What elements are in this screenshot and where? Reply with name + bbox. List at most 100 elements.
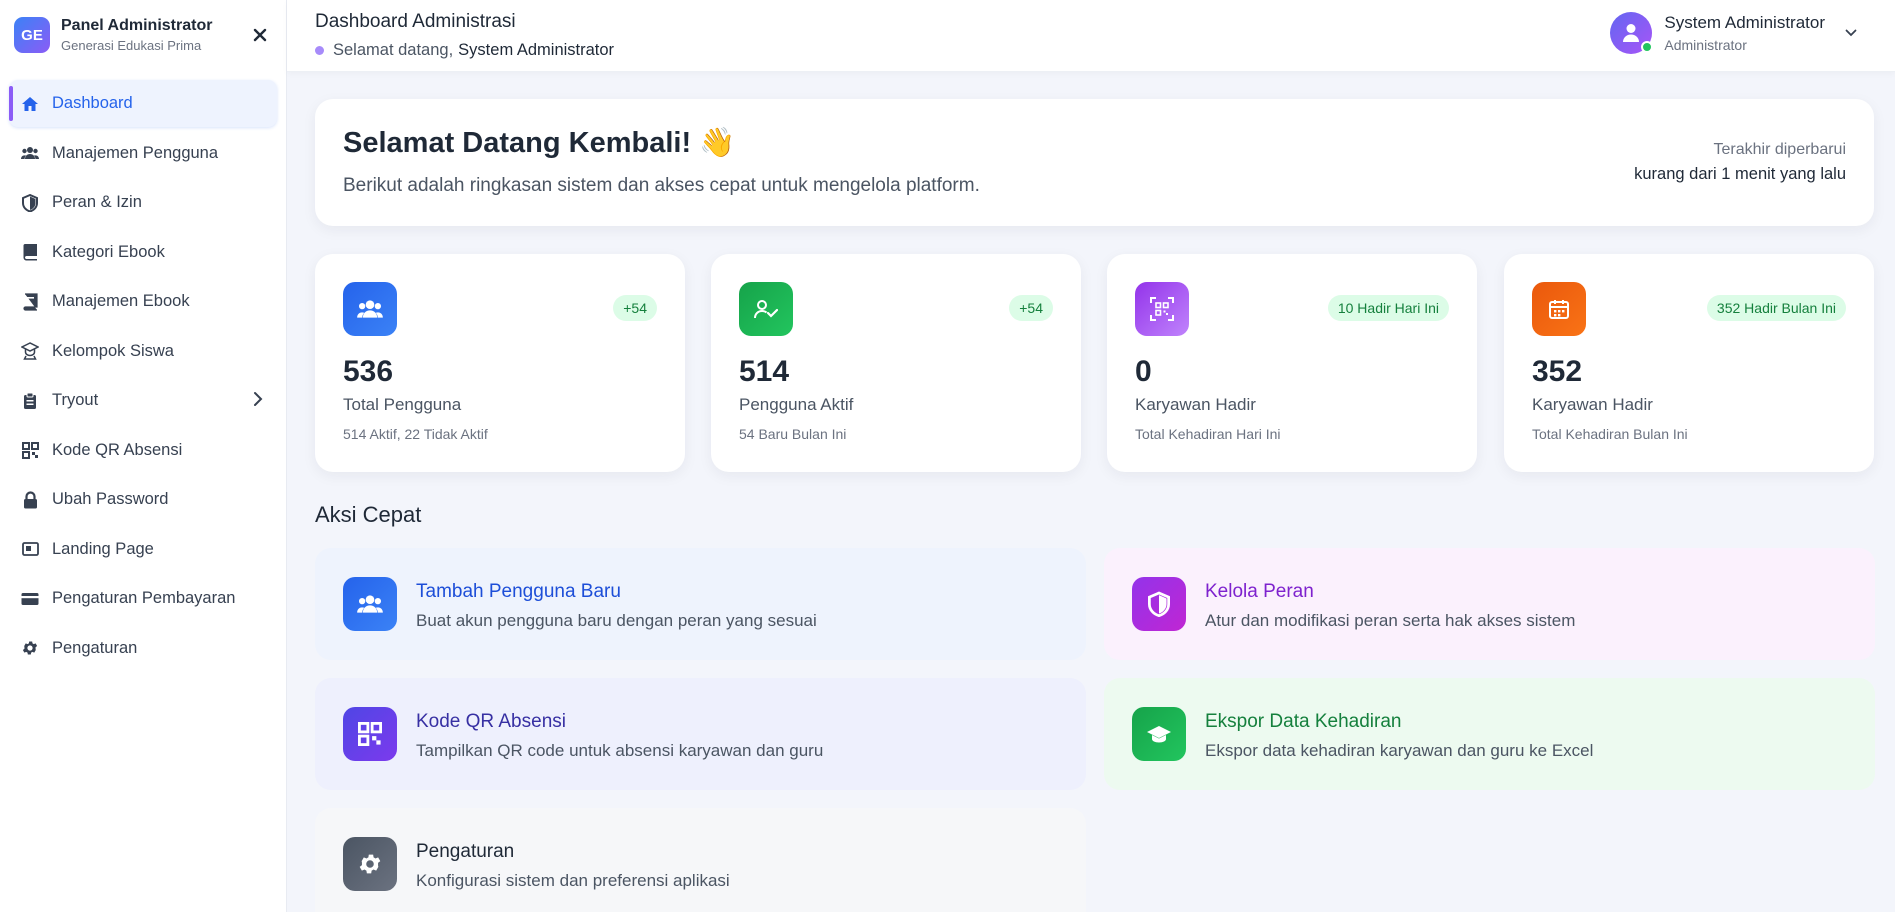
sidebar: GE Panel Administrator Generasi Edukasi … [0,0,287,912]
stat-card-karyawan-hadir-hari: 10 Hadir Hari Ini 0 Karyawan Hadir Total… [1107,254,1477,472]
sidebar-item-tryout[interactable]: Tryout [9,377,277,424]
welcome-title: Selamat Datang Kembali! 👋 [343,127,736,159]
stat-label: Total Pengguna [343,395,462,414]
stat-note: 54 Baru Bulan Ini [739,426,847,442]
last-updated-label: Terakhir diperbarui [1713,141,1846,158]
action-ekspor-data-kehadiran[interactable]: Ekspor Data Kehadiran Ekspor data kehadi… [1104,678,1875,790]
stat-note: Total Kehadiran Bulan Ini [1532,426,1688,442]
section-title: Aksi Cepat [315,502,422,527]
stat-value: 536 [343,355,394,388]
avatar [1610,12,1654,54]
gear-icon [343,837,397,891]
lock-icon [20,490,40,510]
sidebar-item-label: Pengaturan [52,638,138,657]
action-kelola-peran[interactable]: Kelola Peran Atur dan modifikasi peran s… [1104,548,1875,660]
action-title: Kelola Peran [1205,581,1314,602]
status-badge: 352 Hadir Bulan Ini [1706,295,1846,321]
user-name: System Administrator [1664,13,1825,32]
sidebar-item-label: Pengaturan Pembayaran [52,589,236,607]
sidebar-item-landing-page[interactable]: Landing Page [9,526,277,573]
sidebar-item-manajemen-pengguna[interactable]: Manajemen Pengguna [9,130,277,177]
action-title: Pengaturan [416,841,515,862]
welcome-card: Selamat Datang Kembali! 👋 Berikut adalah… [315,99,1874,226]
card-icon [20,589,40,609]
sidebar-subtitle: Generasi Edukasi Prima [61,38,202,53]
qr-scan-icon [1135,282,1189,336]
brand-logo: GE [14,17,50,53]
stat-value: 352 [1532,355,1583,388]
sidebar-item-label: Tryout [52,391,99,409]
sidebar-item-manajemen-ebook[interactable]: Manajemen Ebook [9,278,277,325]
qr-icon [343,707,397,761]
sidebar-item-kategori-ebook[interactable]: Kategori Ebook [9,229,277,276]
calendar-icon [1532,282,1586,336]
sidebar-header: GE Panel Administrator Generasi Edukasi … [0,0,286,70]
action-desc: Ekspor data kehadiran karyawan dan guru … [1205,741,1594,760]
action-title: Tambah Pengguna Baru [416,581,621,602]
sidebar-item-label: Ubah Password [52,490,169,508]
status-dot [315,46,324,55]
sidebar-item-label: Peran & Izin [52,193,142,211]
home-icon [20,94,40,114]
stat-note: Total Kehadiran Hari Ini [1135,426,1281,442]
clipboard-icon [20,391,40,411]
action-pengaturan[interactable]: Pengaturan Konfigurasi sistem dan prefer… [315,808,1086,912]
sidebar-item-pengaturan[interactable]: Pengaturan [9,625,277,672]
shield-icon [20,193,40,213]
sidebar-nav: Dashboard Manajemen Pengguna Peran & Izi… [0,70,286,672]
shield-icon [1132,577,1186,631]
action-desc: Buat akun pengguna baru dengan peran yan… [416,611,817,630]
action-desc: Tampilkan QR code untuk absensi karyawan… [416,741,824,760]
sidebar-item-kode-qr-absensi[interactable]: Kode QR Absensi [9,427,277,474]
action-desc: Atur dan modifikasi peran serta hak akse… [1205,611,1576,630]
status-badge: +54 [1009,295,1053,321]
action-desc: Konfigurasi sistem dan preferensi aplika… [416,871,730,890]
chevron-right-icon [253,391,263,412]
sidebar-title: Panel Administrator [61,17,213,34]
sidebar-item-label: Manajemen Pengguna [52,143,219,162]
chevron-down-icon[interactable] [1845,24,1857,42]
page-title: Dashboard Administrasi [315,11,516,32]
user-menu[interactable]: System Administrator Administrator [1610,12,1857,54]
last-updated-value: kurang dari 1 menit yang lalu [1634,165,1846,183]
stat-label: Pengguna Aktif [739,395,854,414]
sidebar-item-label: Kode QR Absensi [52,440,183,459]
sidebar-item-label: Dashboard [52,94,133,112]
sidebar-item-pengaturan-pembayaran[interactable]: Pengaturan Pembayaran [9,575,277,622]
action-tambah-pengguna[interactable]: Tambah Pengguna Baru Buat akun pengguna … [315,548,1086,660]
book-open-icon [20,292,40,312]
page-icon [20,539,40,559]
welcome-subtitle: Berikut adalah ringkasan sistem dan akse… [343,175,980,196]
sidebar-item-label: Manajemen Ebook [52,292,190,310]
welcome-prefix: Selamat datang, [333,41,454,59]
stat-card-total-pengguna: +54 536 Total Pengguna 514 Aktif, 22 Tid… [315,254,685,472]
topbar: Dashboard Administrasi Selamat datang, S… [287,0,1895,72]
qr-icon [20,440,40,460]
sidebar-item-kelompok-siswa[interactable]: Kelompok Siswa [9,328,277,375]
action-title: Ekspor Data Kehadiran [1205,711,1402,732]
book-icon [20,242,40,262]
graduate-icon [20,341,40,361]
sidebar-item-peran-izin[interactable]: Peran & Izin [9,179,277,226]
graduate-icon [1132,707,1186,761]
status-badge: +54 [613,295,657,321]
user-check-icon [739,282,793,336]
close-icon[interactable] [248,23,272,47]
users-icon [343,577,397,631]
sidebar-item-dashboard[interactable]: Dashboard [9,80,277,127]
action-kode-qr-absensi[interactable]: Kode QR Absensi Tampilkan QR code untuk … [315,678,1086,790]
sidebar-item-label: Landing Page [52,539,154,558]
gear-icon [20,638,40,658]
user-icon [1623,24,1640,42]
sidebar-item-label: Kategori Ebook [52,242,165,261]
action-title: Kode QR Absensi [416,711,566,732]
stat-card-karyawan-hadir-bulan: 352 Hadir Bulan Ini 352 Karyawan Hadir T… [1504,254,1874,472]
users-icon [343,282,397,336]
status-badge: 10 Hadir Hari Ini [1327,295,1449,321]
stat-value: 514 [739,355,790,388]
online-indicator [1641,41,1654,53]
stat-label: Karyawan Hadir [1135,395,1256,414]
welcome-name: System Administrator [458,41,615,59]
sidebar-item-ubah-password[interactable]: Ubah Password [9,476,277,523]
welcome-line: Selamat datang, System Administrator [315,41,614,60]
